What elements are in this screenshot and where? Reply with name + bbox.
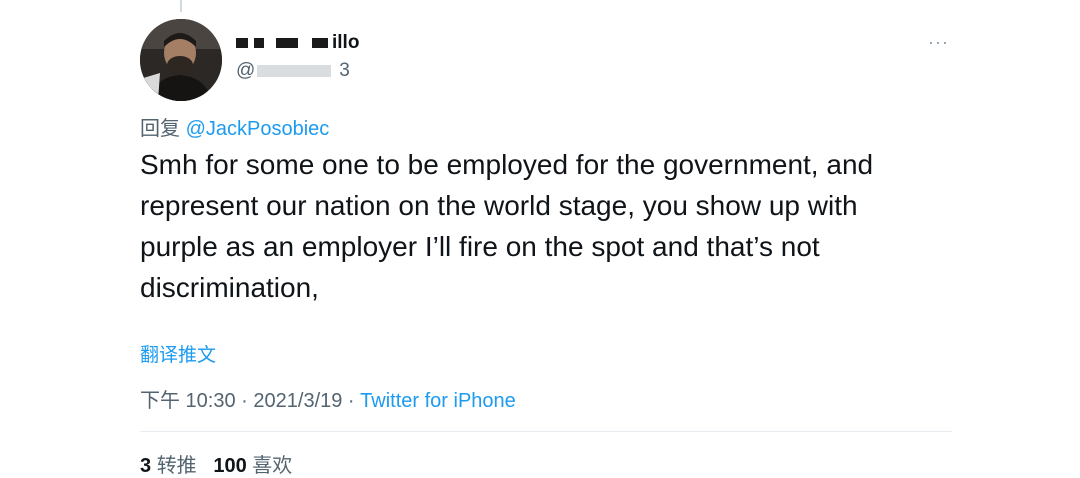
tweet-source-link[interactable]: Twitter for iPhone <box>360 390 516 412</box>
translate-tweet-link[interactable]: 翻译推文 <box>140 340 216 367</box>
tweet-author[interactable]: illo @ 3 <box>236 30 359 82</box>
avatar[interactable] <box>140 19 222 101</box>
redaction-block <box>236 38 248 48</box>
tweet-text-line: Smh for some one to be employed for the … <box>140 149 874 180</box>
thread-connector-line <box>180 0 182 12</box>
tweet-text-line: purple as an employer I’ll fire on the s… <box>140 231 820 262</box>
reply-context: 回复 @JackPosobiec <box>140 112 329 141</box>
tweet-text: Smh for some one to be employed for the … <box>140 144 940 308</box>
author-display-name[interactable]: illo <box>236 30 359 56</box>
reply-prefix: 回复 <box>140 118 180 140</box>
retweets-label: 转推 <box>156 455 197 477</box>
redaction-block <box>276 38 298 48</box>
tweet-metadata: 下午 10:30 · 2021/3/19 · Twitter for iPhon… <box>140 384 516 413</box>
retweets-count: 3 <box>140 455 152 477</box>
author-handle[interactable]: @ 3 <box>236 60 359 82</box>
tweet-text-line: discrimination, <box>140 272 319 303</box>
more-icon[interactable]: ··· <box>928 32 949 53</box>
likes-stat[interactable]: 100 喜欢 <box>213 455 292 477</box>
avatar-photo <box>140 19 222 101</box>
tweet-time[interactable]: 下午 10:30 <box>140 390 236 412</box>
handle-suffix: 3 <box>339 60 350 81</box>
divider <box>140 431 952 432</box>
likes-count: 100 <box>213 455 247 477</box>
display-name-visible-text: illo <box>332 32 360 53</box>
likes-label: 喜欢 <box>252 455 293 477</box>
tweet-date[interactable]: 2021/3/19 <box>253 390 342 412</box>
meta-separator: · <box>235 390 254 412</box>
tweet-text-line: represent our nation on the world stage,… <box>140 190 858 221</box>
meta-separator: · <box>342 390 361 412</box>
redaction-blur <box>257 65 332 77</box>
handle-prefix: @ <box>236 60 256 81</box>
reply-mention-link[interactable]: @JackPosobiec <box>186 118 330 140</box>
redaction-block <box>312 38 328 48</box>
redaction-block <box>254 38 264 48</box>
retweets-stat[interactable]: 3 转推 <box>140 455 197 477</box>
